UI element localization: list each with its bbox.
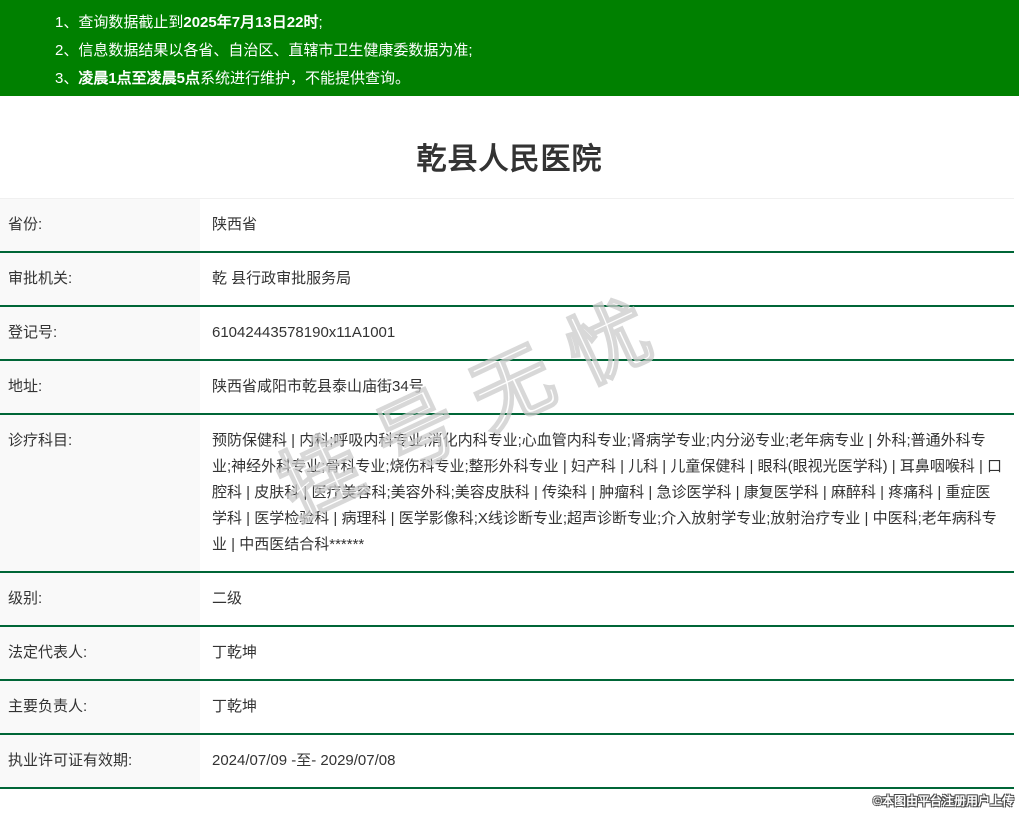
table-row-legal-representative: 法定代表人: 丁乾坤: [0, 626, 1014, 680]
row-label: 审批机关:: [0, 252, 200, 306]
row-label: 地址:: [0, 360, 200, 414]
row-label: 法定代表人:: [0, 626, 200, 680]
notice-text: 信息数据结果以各省、自治区、直辖市卫生健康委数据为准;: [78, 42, 472, 59]
row-value: 2024/07/09 -至- 2029/07/08: [200, 734, 1014, 788]
notice-item-3: 3、凌晨1点至凌晨5点系统进行维护，不能提供查询。: [55, 65, 999, 93]
hospital-info-table: 省份: 陕西省 审批机关: 乾 县行政审批服务局 登记号: 6104244357…: [0, 198, 1014, 789]
row-value: 陕西省: [200, 199, 1014, 253]
row-value: 丁乾坤: [200, 626, 1014, 680]
table-row-license-validity: 执业许可证有效期: 2024/07/09 -至- 2029/07/08: [0, 734, 1014, 788]
notice-number: 3、: [55, 70, 78, 87]
table-row-approval-authority: 审批机关: 乾 县行政审批服务局: [0, 252, 1014, 306]
row-label: 诊疗科目:: [0, 414, 200, 572]
table-row-medical-subjects: 诊疗科目: 预防保健科 | 内科;呼吸内科专业;消化内科专业;心血管内科专业;肾…: [0, 414, 1014, 572]
row-value: 预防保健科 | 内科;呼吸内科专业;消化内科专业;心血管内科专业;肾病学专业;内…: [200, 414, 1014, 572]
notice-text: 查询数据截止到: [78, 14, 183, 31]
notice-text: ;: [318, 14, 322, 31]
row-value: 61042443578190x11A1001: [200, 306, 1014, 360]
notice-item-1: 1、查询数据截止到2025年7月13日22时;: [55, 9, 999, 37]
notice-bold-text: 2025年7月13日22时: [183, 14, 318, 31]
row-value: 陕西省咸阳市乾县泰山庙街34号: [200, 360, 1014, 414]
page-title: 乾县人民医院: [0, 134, 1019, 178]
upload-note: ©本图由平台注册用户上传: [873, 792, 1014, 809]
notice-item-2: 2、信息数据结果以各省、自治区、直辖市卫生健康委数据为准;: [55, 37, 999, 65]
table-row-level: 级别: 二级: [0, 572, 1014, 626]
row-label: 省份:: [0, 199, 200, 253]
row-label: 主要负责人:: [0, 680, 200, 734]
table-row-main-person-in-charge: 主要负责人: 丁乾坤: [0, 680, 1014, 734]
row-value: 乾 县行政审批服务局: [200, 252, 1014, 306]
notice-number: 1、: [55, 14, 78, 31]
notice-text: 系统进行维护，不能提供查询。: [200, 70, 410, 87]
row-value: 丁乾坤: [200, 680, 1014, 734]
notice-banner: 1、查询数据截止到2025年7月13日22时; 2、信息数据结果以各省、自治区、…: [0, 0, 1019, 96]
row-label: 登记号:: [0, 306, 200, 360]
row-value: 二级: [200, 572, 1014, 626]
notice-bold-text: 凌晨1点至凌晨5点: [78, 70, 200, 87]
table-row-registration-number: 登记号: 61042443578190x11A1001: [0, 306, 1014, 360]
row-label: 级别:: [0, 572, 200, 626]
table-row-address: 地址: 陕西省咸阳市乾县泰山庙街34号: [0, 360, 1014, 414]
table-row-province: 省份: 陕西省: [0, 199, 1014, 253]
row-label: 执业许可证有效期:: [0, 734, 200, 788]
notice-number: 2、: [55, 42, 78, 59]
